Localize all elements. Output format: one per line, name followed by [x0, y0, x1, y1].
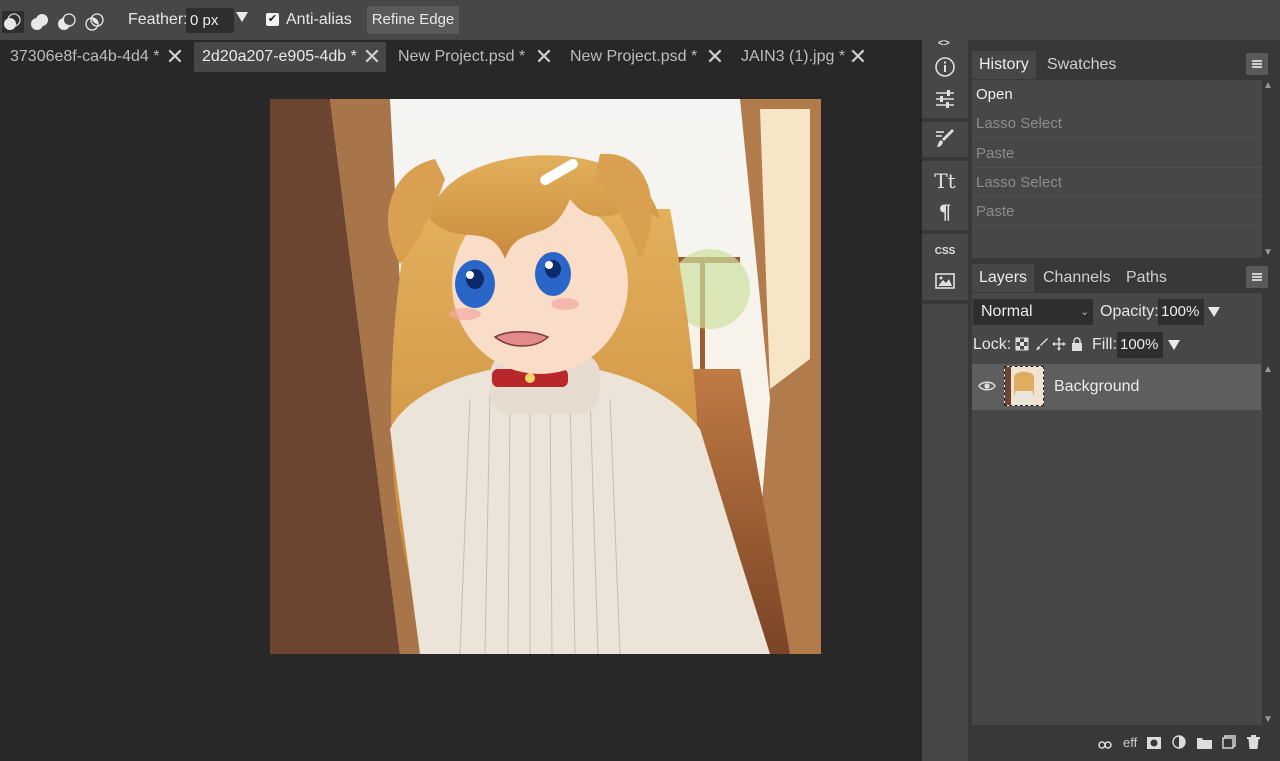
history-panel-menu-icon[interactable] — [1246, 53, 1268, 75]
tab-label: New Project.psd — [570, 48, 687, 65]
tab-channels[interactable]: Channels — [1036, 264, 1118, 292]
close-icon[interactable]: ✕ — [165, 44, 185, 70]
adjustment-layer-icon[interactable] — [1172, 735, 1186, 753]
new-group-icon[interactable] — [1197, 736, 1212, 753]
tab-label: 37306e8f-ca4b-4d4 — [10, 48, 149, 65]
eye-icon[interactable] — [978, 379, 996, 397]
opacity-dropdown-icon[interactable] — [1208, 307, 1220, 317]
scroll-down-icon[interactable]: ▼ — [1263, 247, 1273, 258]
close-icon[interactable]: ✕ — [848, 44, 868, 70]
chevron-down-icon: ⌄ — [1080, 306, 1090, 318]
antialias-checkbox[interactable]: ✔ — [266, 13, 279, 26]
lock-position-icon[interactable] — [1052, 337, 1066, 355]
tab-modified-marker: * — [838, 48, 846, 65]
new-selection-icon[interactable] — [2, 11, 24, 33]
fill-input[interactable]: 100% — [1117, 332, 1163, 358]
image-icon[interactable] — [924, 270, 966, 296]
effects-icon[interactable]: eff — [1123, 735, 1137, 750]
tab-document-5[interactable]: JAIN3 (1).jpg * — [741, 42, 845, 72]
tab-modified-marker: * — [153, 48, 160, 65]
anime-girl-illustration — [270, 99, 821, 654]
new-layer-icon[interactable] — [1222, 735, 1236, 753]
tab-label: 2d20a207-e905-4db — [202, 48, 347, 65]
tab-label: JAIN3 (1).jpg — [741, 48, 835, 65]
adjustments-icon[interactable] — [924, 88, 966, 114]
close-icon[interactable]: ✕ — [362, 44, 382, 70]
brush-settings-icon[interactable] — [924, 127, 966, 153]
toolstrip-divider — [922, 157, 968, 161]
paragraph-icon[interactable]: ¶ — [924, 199, 966, 225]
feather-dropdown-icon[interactable] — [236, 12, 248, 22]
tab-layers[interactable]: Layers — [972, 264, 1035, 292]
tab-document-1[interactable]: 37306e8f-ca4b-4d4 * — [0, 42, 170, 72]
tab-paths[interactable]: Paths — [1119, 264, 1174, 292]
toolstrip-divider — [922, 300, 968, 304]
info-icon[interactable] — [924, 56, 966, 82]
toolstrip-divider — [922, 118, 968, 122]
history-item[interactable]: Paste — [972, 139, 1261, 168]
close-icon[interactable]: ✕ — [534, 44, 554, 70]
delete-layer-icon[interactable] — [1247, 735, 1260, 753]
layer-thumbnail — [1004, 366, 1044, 406]
fill-dropdown-icon[interactable] — [1168, 340, 1180, 350]
tab-label: New Project.psd — [398, 48, 515, 65]
history-item[interactable]: Lasso Select — [972, 168, 1261, 197]
character-icon[interactable]: Tt — [924, 168, 966, 194]
link-layers-icon[interactable] — [1098, 737, 1112, 754]
close-icon[interactable]: ✕ — [705, 44, 725, 70]
tab-document-3[interactable]: New Project.psd * — [398, 42, 525, 72]
canvas-image[interactable] — [270, 99, 821, 654]
history-item[interactable]: Lasso Select — [972, 109, 1261, 138]
toolstrip-divider — [922, 230, 968, 234]
intersect-selection-icon[interactable] — [84, 11, 104, 31]
collapse-panels-button[interactable]: <> — [938, 38, 950, 49]
lock-transparency-icon[interactable] — [1015, 337, 1029, 355]
history-item[interactable]: Open — [972, 80, 1261, 109]
lock-label: Lock: — [973, 336, 1012, 353]
opacity-input[interactable]: 100% — [1158, 299, 1204, 325]
tab-modified-marker: * — [518, 48, 526, 65]
antialias-label: Anti-alias — [286, 11, 352, 28]
opacity-label: Opacity: — [1100, 303, 1159, 320]
layer-name: Background — [1054, 378, 1140, 395]
tab-document-4[interactable]: New Project.psd * — [570, 42, 697, 72]
history-item[interactable]: Paste — [972, 197, 1261, 226]
scroll-up-icon[interactable]: ▲ — [1263, 364, 1273, 375]
fill-label: Fill: — [1092, 336, 1117, 353]
mask-icon[interactable] — [1147, 736, 1161, 753]
feather-input[interactable]: 0 px — [186, 8, 234, 33]
layers-panel-menu-icon[interactable] — [1246, 266, 1268, 288]
lock-pixels-icon[interactable] — [1035, 337, 1049, 355]
tab-document-2[interactable]: 2d20a207-e905-4db * — [194, 42, 386, 72]
feather-label: Feather: — [128, 11, 188, 28]
add-to-selection-icon[interactable] — [29, 11, 49, 31]
blend-mode-select[interactable]: Normal — [973, 299, 1093, 325]
subtract-from-selection-icon[interactable] — [56, 11, 76, 31]
scroll-down-icon[interactable]: ▼ — [1263, 714, 1273, 725]
tab-modified-marker: * — [350, 48, 357, 65]
tab-modified-marker: * — [690, 48, 698, 65]
tab-swatches[interactable]: Swatches — [1040, 51, 1123, 79]
lock-all-icon[interactable] — [1070, 337, 1084, 355]
css-icon[interactable]: CSS — [924, 239, 966, 265]
scroll-up-icon[interactable]: ▲ — [1263, 80, 1273, 91]
refine-edge-button[interactable]: Refine Edge — [367, 6, 459, 34]
tab-history[interactable]: History — [972, 51, 1036, 79]
